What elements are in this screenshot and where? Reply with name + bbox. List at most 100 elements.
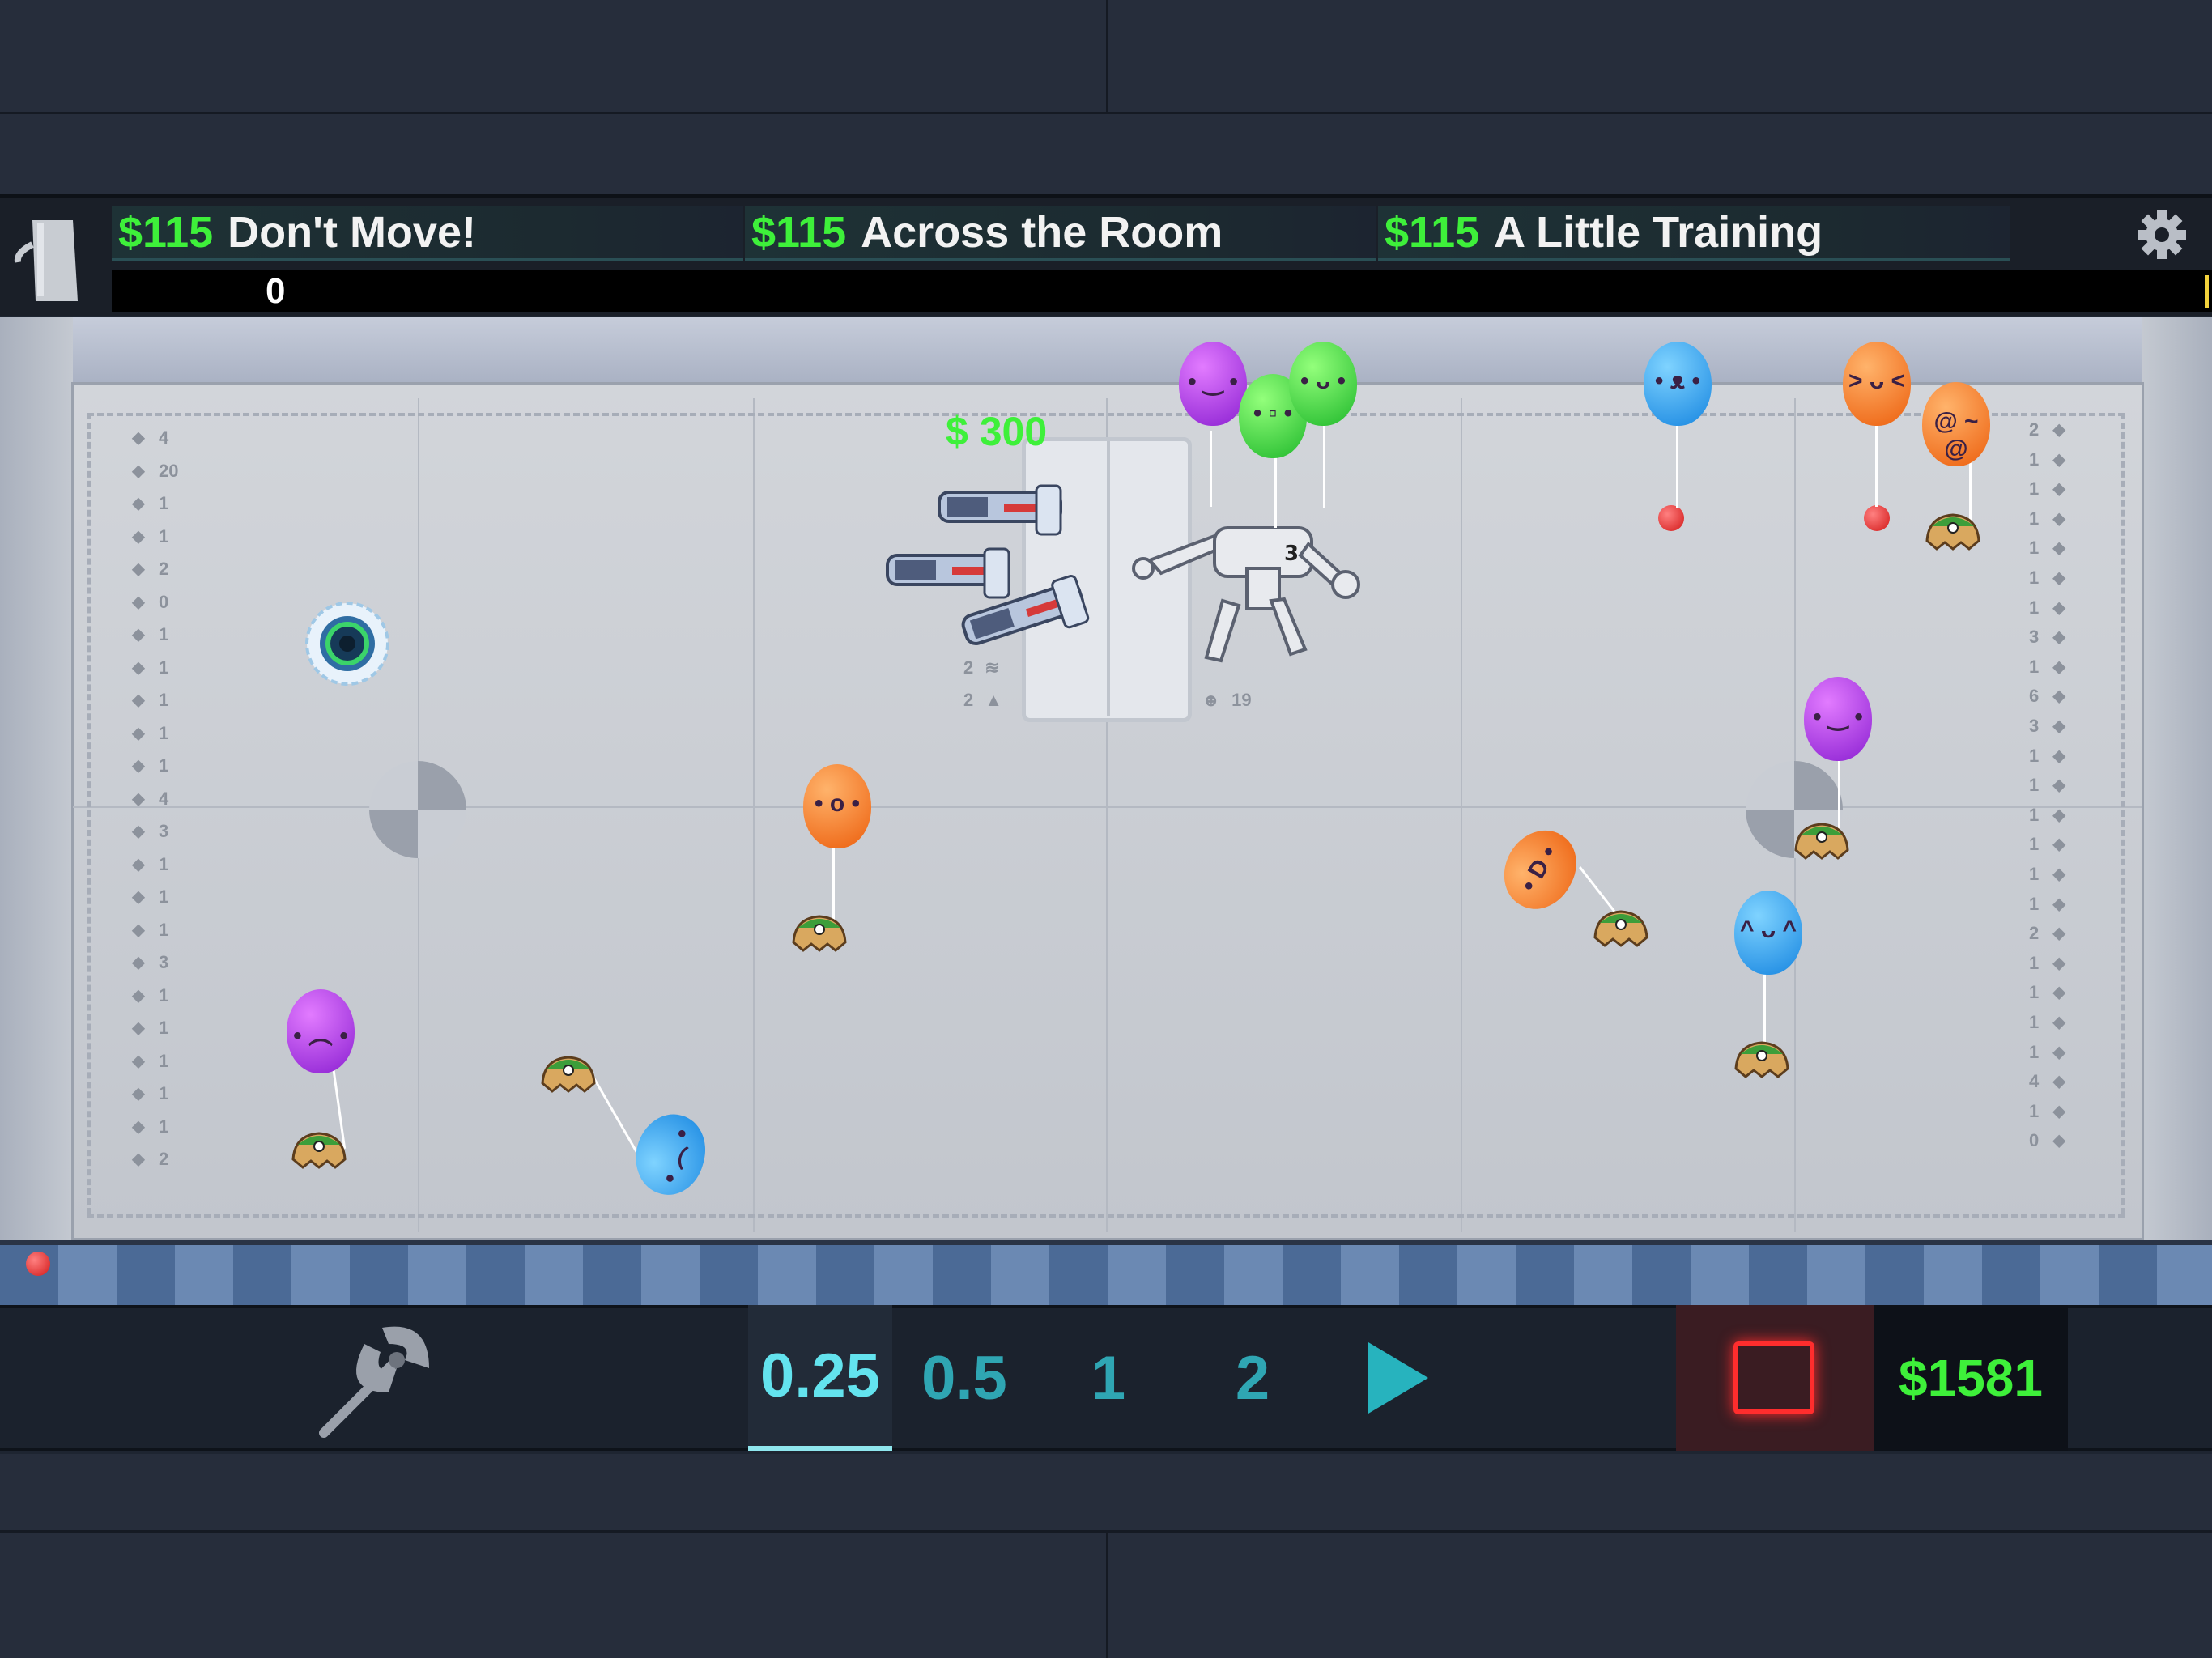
inventory-item: ◆ 20	[130, 461, 178, 482]
inventory-count: 1	[2029, 982, 2040, 1003]
creature-monster[interactable]	[287, 1127, 351, 1169]
inventory-item: ◆ 1	[130, 624, 168, 645]
balloon-string	[1323, 419, 1325, 508]
speed-option[interactable]: 2	[1180, 1305, 1325, 1451]
coil-icon: ≋	[985, 657, 1000, 678]
slug-icon: ◆	[2052, 1073, 2065, 1091]
brain2-icon: ◆	[2052, 776, 2065, 795]
play-button[interactable]	[1325, 1305, 1469, 1451]
play-icon	[1368, 1342, 1428, 1414]
inventory-count: 3	[2029, 716, 2040, 736]
speed-option[interactable]: 1	[1036, 1305, 1180, 1451]
claw-icon: ◆	[132, 920, 145, 939]
wall-seam	[1461, 398, 1462, 1232]
balloon-string	[1210, 431, 1212, 507]
inventory-count: 1	[2029, 1012, 2040, 1032]
stick-icon: ◆	[132, 724, 145, 742]
game-screen: $115 Don't Move! $115 Across the Room $1…	[0, 0, 2212, 1658]
inventory-count: 3	[159, 821, 169, 841]
mission-item[interactable]: $115 Across the Room	[745, 206, 1376, 261]
balloon-orange[interactable]: • o •	[803, 764, 871, 848]
inventory-item: ◆ 1	[130, 920, 168, 941]
inventory-item: ◆ 1	[130, 755, 168, 776]
mission-price: $115	[1385, 208, 1480, 257]
box-icon: ◆	[132, 593, 145, 611]
inventory-count: 4	[159, 788, 169, 809]
inventory-item: 2 ◆	[2029, 419, 2068, 440]
creature-monster[interactable]	[536, 1051, 601, 1093]
burst-icon: ◆	[2052, 628, 2065, 647]
inventory-count: 1	[159, 1083, 169, 1103]
rope-icon: ◆	[2052, 509, 2065, 528]
face-icon: ☻	[1202, 690, 1221, 710]
mission-item[interactable]: $115 Don't Move!	[112, 206, 743, 261]
balloon-blue[interactable]: • ᴥ •	[1644, 342, 1712, 426]
water-icon: ◆	[2052, 450, 2065, 469]
balloon-blue[interactable]: ^ ᴗ ^	[1734, 891, 1802, 975]
inventory-item: 1 ◆	[2029, 478, 2068, 500]
red-ball[interactable]	[1658, 505, 1684, 531]
gun-turret[interactable]	[931, 479, 1077, 544]
bug-icon: ◆	[132, 1019, 145, 1037]
balloon-purple[interactable]: • ‿ •	[1804, 677, 1872, 761]
inventory-item: ◆ 3	[130, 952, 168, 973]
creature-monster[interactable]	[1789, 818, 1854, 860]
stop-icon	[1733, 1341, 1814, 1414]
speed-option[interactable]: 0.25	[748, 1305, 892, 1451]
target-marker	[369, 761, 466, 858]
money-display: $1581	[1874, 1305, 2068, 1451]
inventory-item: 4 ◆	[2029, 1071, 2068, 1092]
inventory-count: 1	[2029, 952, 2040, 973]
flower-icon: ◆	[2052, 598, 2065, 617]
robot-ragdoll[interactable]: 3	[1125, 495, 1376, 674]
balloon-purple[interactable]: • ︵ •	[287, 989, 355, 1073]
creature-icon	[1593, 910, 1648, 947]
balloon-face: • o •	[814, 790, 860, 817]
play-room[interactable]: $ 300 2 ≋ 2 ▲ ☻ 19 3 • ‿ • • ▫ • • ᴗ • •…	[0, 317, 2212, 1307]
anchor-icon: ◆	[132, 527, 145, 546]
figure-icon: ◆	[132, 691, 145, 709]
creature-monster[interactable]	[787, 910, 852, 952]
balloon-purple[interactable]: • ‿ •	[1179, 342, 1247, 426]
tool-button[interactable]	[308, 1312, 445, 1441]
creature-monster[interactable]	[1729, 1036, 1794, 1078]
balloon-orange[interactable]: @ ~ @	[1922, 382, 1990, 466]
balloon-green[interactable]: • ᴗ •	[1289, 342, 1357, 426]
claw2-icon: ◆	[132, 1150, 145, 1168]
inventory-count: 1	[2029, 597, 2040, 618]
balloon-face: • ‿ •	[1813, 704, 1863, 730]
menu-button[interactable]	[8, 212, 89, 309]
inventory-item: ◆ 2	[130, 559, 168, 580]
inventory-item: 1 ◆	[2029, 508, 2068, 529]
balloon-face: • ᴥ •	[1654, 368, 1701, 394]
red-ball[interactable]	[26, 1252, 50, 1276]
inventory-item: ◆ 1	[130, 1116, 168, 1137]
inventory-count: 1	[159, 984, 169, 1005]
inventory-item: 1 ◆	[2029, 657, 2068, 678]
saw-blade[interactable]	[304, 601, 390, 687]
arrow-icon: ◆	[2052, 569, 2065, 587]
inventory-count: 4	[159, 427, 169, 448]
floating-reward: $ 300	[946, 409, 1048, 454]
inventory-count: 1	[2029, 893, 2040, 914]
speed-option[interactable]: 0.5	[892, 1305, 1036, 1451]
inventory-count: 1	[2029, 775, 2040, 796]
inventory-item: 3 ◆	[2029, 716, 2068, 737]
inventory-item: 3 ◆	[2029, 627, 2068, 648]
gun-counter: 2 ▲	[963, 690, 1002, 711]
stop-button[interactable]	[1676, 1305, 1874, 1451]
hammer-icon: ◆	[132, 1085, 145, 1103]
settings-button[interactable]	[2129, 206, 2194, 264]
inventory-item: ◆ 1	[130, 985, 168, 1006]
cog-icon: ◆	[2052, 895, 2065, 913]
inventory-count: 1	[2029, 568, 2040, 588]
disc-icon: ◆	[2052, 835, 2065, 854]
creature-monster[interactable]	[1921, 508, 1985, 551]
balloon-face: • ︵ •	[293, 1022, 348, 1049]
red-ball[interactable]	[1864, 505, 1890, 531]
mission-item[interactable]: $115 A Little Training	[1378, 206, 2010, 261]
creature-monster[interactable]	[1589, 905, 1653, 947]
balloon-orange[interactable]: > ᴗ <	[1843, 342, 1911, 426]
blaster-icon	[938, 484, 1062, 536]
inventory-item: ◆ 2	[130, 1149, 168, 1170]
